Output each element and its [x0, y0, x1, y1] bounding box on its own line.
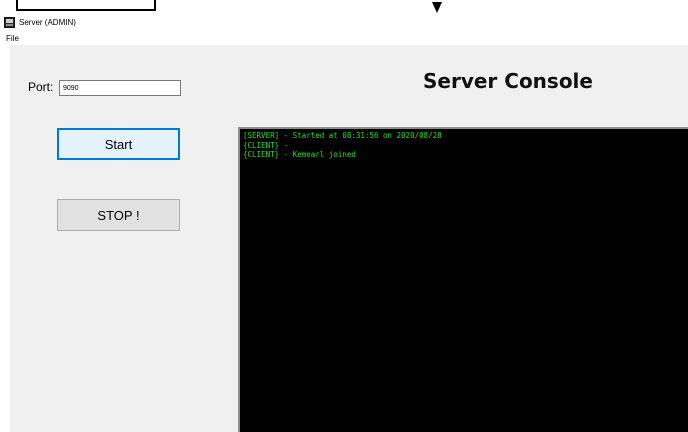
menu-item-file[interactable]: File [4, 34, 21, 43]
port-input[interactable] [59, 80, 181, 96]
client-area: Port: Server Console Start STOP ! [SERVE… [10, 45, 688, 432]
stop-button[interactable]: STOP ! [57, 199, 180, 231]
console-line: [SERVER] - Started at 08:31:56 on 2020/0… [243, 131, 442, 140]
screen: Server (ADMIN) File Port: Server Console… [0, 0, 688, 432]
window-title: Server (ADMIN) [19, 17, 76, 27]
start-button[interactable]: Start [57, 128, 180, 160]
console-line: {CLIENT} - Kemearl joined [243, 150, 356, 159]
port-label: Port: [28, 80, 54, 94]
console-line: {CLIENT} - [243, 140, 289, 150]
down-arrow-icon [432, 2, 442, 13]
cropped-overlay-frame [16, 0, 156, 11]
title-bar: Server (ADMIN) [0, 14, 688, 30]
console-output[interactable]: [SERVER] - Started at 08:31:56 on 2020/0… [238, 127, 688, 432]
server-app-icon [4, 16, 15, 28]
page-title: Server Console [423, 69, 593, 93]
menu-bar: File [0, 31, 688, 45]
